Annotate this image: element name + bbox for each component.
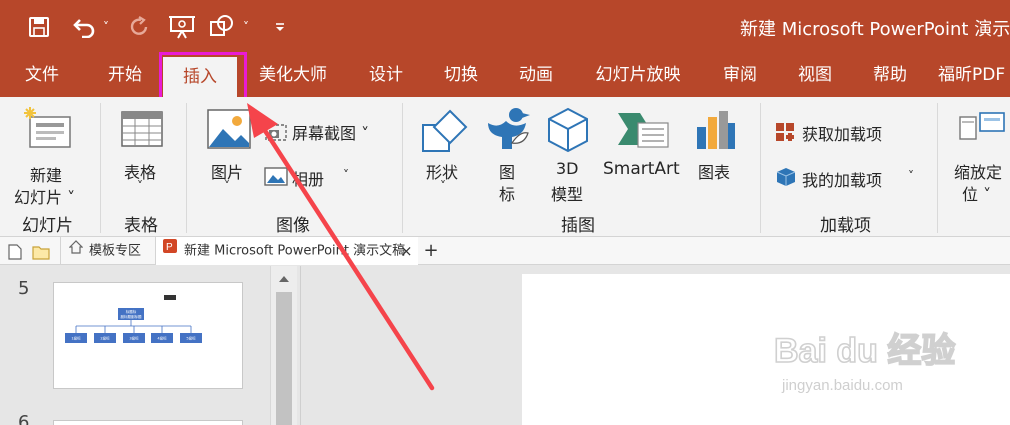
org-top-title: 标题标	[126, 309, 137, 314]
redo-icon	[126, 12, 154, 42]
album-icon[interactable]	[264, 165, 288, 187]
shapes-icon[interactable]	[420, 109, 468, 155]
doc-tab-templates-label: 模板专区	[89, 243, 142, 259]
slide-number: 5	[18, 278, 30, 299]
tab-foxit-pdf[interactable]: 福昕PDF	[938, 55, 1010, 97]
window-title: 新建 Microsoft PowerPoint 演示	[740, 19, 1010, 40]
get-addins-icon[interactable]	[775, 122, 795, 142]
group-label-slides: 幻灯片	[22, 216, 73, 236]
screenshot-icon[interactable]	[264, 119, 288, 143]
org-child-1: 1级标	[71, 336, 81, 341]
group-separator	[186, 103, 187, 233]
group-separator	[937, 103, 938, 233]
chart-label[interactable]: 图表	[698, 159, 730, 183]
save-icon[interactable]	[26, 12, 52, 42]
powerpoint-file-icon: P	[162, 237, 178, 265]
customize-toolbar-icon[interactable]	[270, 12, 290, 42]
slide-thumbnail-pane: 5 标题标 副标题副标题 1级标 2级标 3级标 4级标 5级标 6	[0, 266, 297, 425]
smartart-label[interactable]: SmartArt	[603, 159, 680, 179]
zoom-label-line2[interactable]: 位 ˅	[962, 181, 991, 205]
baidu-logo-icon: Bai du 经验 jingyan.baidu.com	[773, 330, 956, 394]
tab-file[interactable]: 文件	[10, 55, 74, 97]
scrollbar-thumb[interactable]	[276, 292, 292, 425]
new-slide-icon[interactable]	[22, 105, 74, 151]
org-chart-preview: 标题标 副标题副标题 1级标 2级标 3级标 4级标 5级标	[65, 295, 202, 343]
screenshot-button[interactable]: 屏幕截图 ˅	[292, 120, 369, 144]
tab-transitions[interactable]: 切换	[430, 55, 492, 97]
shape-dropdown-icon[interactable]: ˅	[238, 12, 254, 42]
icons-label-line1[interactable]: 图	[499, 159, 515, 183]
smartart-icon[interactable]	[616, 111, 670, 149]
my-addins-button[interactable]: 我的加载项	[802, 167, 882, 191]
svg-text:P: P	[166, 242, 173, 253]
tab-home[interactable]: 开始	[94, 55, 156, 97]
zoom-icon[interactable]	[958, 111, 1006, 147]
svg-text:Bai du 经验: Bai du 经验	[774, 331, 955, 370]
thumbnail-scrollbar[interactable]	[270, 266, 297, 425]
get-addins-button[interactable]: 获取加载项	[802, 121, 882, 145]
group-separator	[100, 103, 101, 233]
org-child-4: 4级标	[157, 336, 167, 341]
album-dropdown-icon[interactable]: ˅	[343, 168, 349, 182]
tab-help[interactable]: 帮助	[858, 55, 922, 97]
tab-review[interactable]: 审阅	[710, 55, 770, 97]
icons-label-line2[interactable]: 标	[499, 181, 515, 205]
tab-beautify-master[interactable]: 美化大师	[250, 55, 336, 97]
insert-tab-highlight-box	[159, 52, 247, 101]
icons-icon[interactable]	[484, 105, 530, 153]
undo-icon[interactable]	[70, 12, 98, 42]
title-bar: ˅ ˅ 新建 Microsoft PowerPoint 演示	[0, 0, 1010, 55]
my-addins-dropdown-icon[interactable]: ˅	[908, 169, 914, 183]
tab-animations[interactable]: 动画	[505, 55, 567, 97]
home-icon	[68, 237, 84, 265]
add-tab-icon[interactable]: +	[420, 237, 442, 265]
zoom-label-line1[interactable]: 缩放定	[954, 159, 1002, 183]
group-label-illustrations: 插图	[561, 216, 595, 236]
org-child-2: 2级标	[100, 336, 110, 341]
org-child-5: 5级标	[186, 336, 196, 341]
album-label[interactable]: 相册	[292, 166, 324, 190]
scroll-up-arrow-icon[interactable]	[276, 271, 292, 287]
shapes-dropdown-icon[interactable]: ˅	[440, 179, 446, 193]
group-label-images: 图像	[276, 216, 310, 236]
group-label-addins: 加载项	[820, 216, 871, 236]
tab-design[interactable]: 设计	[356, 55, 416, 97]
slide-thumbnail-5[interactable]: 标题标 副标题副标题 1级标 2级标 3级标 4级标 5级标	[53, 282, 243, 389]
table-icon[interactable]	[121, 111, 163, 147]
svg-text:jingyan.baidu.com: jingyan.baidu.com	[781, 377, 903, 394]
doc-tab-current[interactable]: P 新建 Microsoft PowerPoint 演示文稿 ×	[156, 237, 418, 265]
baidu-jingyan-watermark: Bai du 经验 jingyan.baidu.com	[770, 318, 1000, 398]
table-dropdown-icon[interactable]: ˅	[137, 179, 143, 193]
my-addins-icon[interactable]	[776, 167, 796, 187]
ribbon-tab-bar: 文件 开始 插入 美化大师 设计 切换 动画 幻灯片放映 审阅 视图 帮助 福昕…	[0, 55, 1010, 99]
ribbon-insert: 新建 幻灯片 ˅ 幻灯片 表格 ˅ 表格 图片 ˅ 屏幕截图 ˅ 相册 ˅ 图像…	[0, 97, 1010, 237]
new-slide-label[interactable]: 新建	[30, 162, 62, 186]
slide-number: 6	[18, 412, 30, 425]
tab-slideshow[interactable]: 幻灯片放映	[584, 55, 692, 97]
undo-dropdown-icon[interactable]: ˅	[98, 12, 114, 42]
tab-view[interactable]: 视图	[784, 55, 846, 97]
close-tab-icon[interactable]: ×	[400, 237, 413, 265]
document-tab-bar: 模板专区 P 新建 Microsoft PowerPoint 演示文稿 × +	[0, 237, 1010, 265]
org-child-3: 3级标	[129, 336, 139, 341]
new-slide-dropdown[interactable]: 幻灯片 ˅	[14, 184, 75, 208]
chart-icon[interactable]	[696, 109, 736, 151]
doc-tab-templates[interactable]: 模板专区	[60, 237, 156, 265]
3d-models-label-line1[interactable]: 3D	[556, 159, 579, 178]
shape-icon[interactable]	[206, 12, 238, 42]
picture-icon[interactable]	[207, 109, 251, 149]
presentation-icon[interactable]	[166, 12, 200, 42]
3d-models-icon[interactable]	[546, 107, 590, 153]
group-label-tables: 表格	[124, 216, 158, 236]
group-separator	[402, 103, 403, 233]
doc-tab-current-label: 新建 Microsoft PowerPoint 演示文稿	[184, 243, 406, 259]
org-top-subtitle: 副标题副标题	[121, 314, 142, 319]
group-separator	[760, 103, 761, 233]
3d-models-label-line2[interactable]: 模型	[551, 181, 583, 205]
slide-thumbnail-6[interactable]	[53, 420, 243, 425]
picture-dropdown-icon[interactable]: ˅	[224, 179, 230, 193]
